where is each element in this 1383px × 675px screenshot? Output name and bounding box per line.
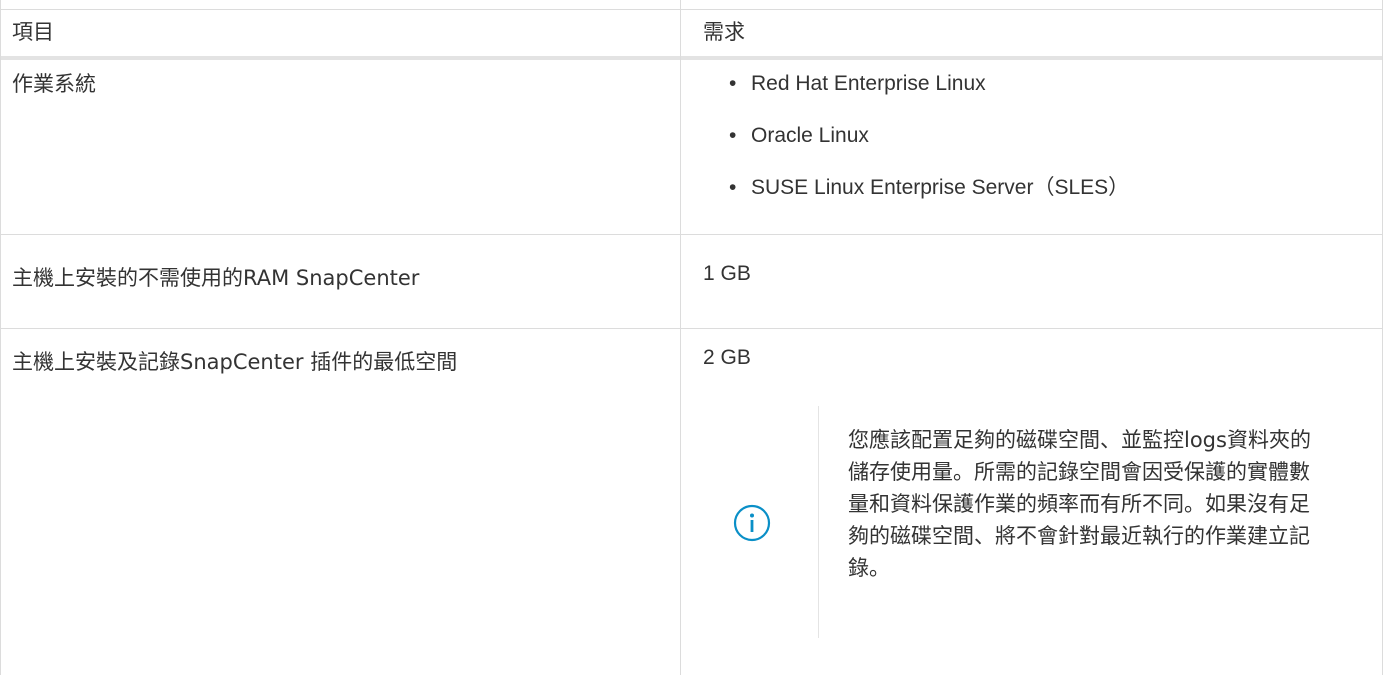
- info-circle-icon: [733, 504, 771, 542]
- requirements-table: 項目 需求 作業系統 • Red Hat Enterprise Linux • Or…: [0, 0, 1383, 675]
- header-bottom-border: [0, 56, 1383, 60]
- note-text: 您應該配置足夠的磁碟空間、並監控logs資料夾的儲存使用量。所需的記錄空間會因受…: [848, 428, 1311, 580]
- row-ram-item: 主機上安裝的不需使用的RAM SnapCenter: [12, 266, 420, 290]
- os-oracle: Oracle Linux: [751, 124, 869, 147]
- bullet-icon: •: [729, 72, 737, 95]
- bullet-icon: •: [729, 124, 737, 147]
- row-divider-2: [0, 328, 1383, 329]
- bullet-icon: •: [729, 176, 737, 199]
- info-note: 您應該配置足夠的磁碟空間、並監控logs資料夾的儲存使用量。所需的記錄空間會因受…: [733, 406, 1338, 638]
- header-item: 項目: [12, 20, 54, 44]
- row-divider-1: [0, 234, 1383, 235]
- list-item: • Oracle Linux: [729, 122, 869, 150]
- table-left-border: [0, 0, 1, 675]
- list-item: • SUSE Linux Enterprise Server（SLES）: [729, 174, 1129, 202]
- header-requirement: 需求: [703, 20, 745, 44]
- column-divider: [680, 0, 681, 675]
- list-item: • Red Hat Enterprise Linux: [729, 70, 986, 98]
- table-top-border: [0, 9, 1383, 10]
- note-left-bar: [818, 406, 819, 638]
- row-space-requirement: 2 GB: [703, 346, 751, 369]
- os-sles: SUSE Linux Enterprise Server（SLES）: [751, 176, 1130, 199]
- os-rhel: Red Hat Enterprise Linux: [751, 72, 986, 95]
- row-ram-requirement: 1 GB: [703, 262, 751, 285]
- row-os-item: 作業系統: [12, 72, 96, 96]
- row-space-item: 主機上安裝及記錄SnapCenter 插件的最低空間: [12, 350, 458, 374]
